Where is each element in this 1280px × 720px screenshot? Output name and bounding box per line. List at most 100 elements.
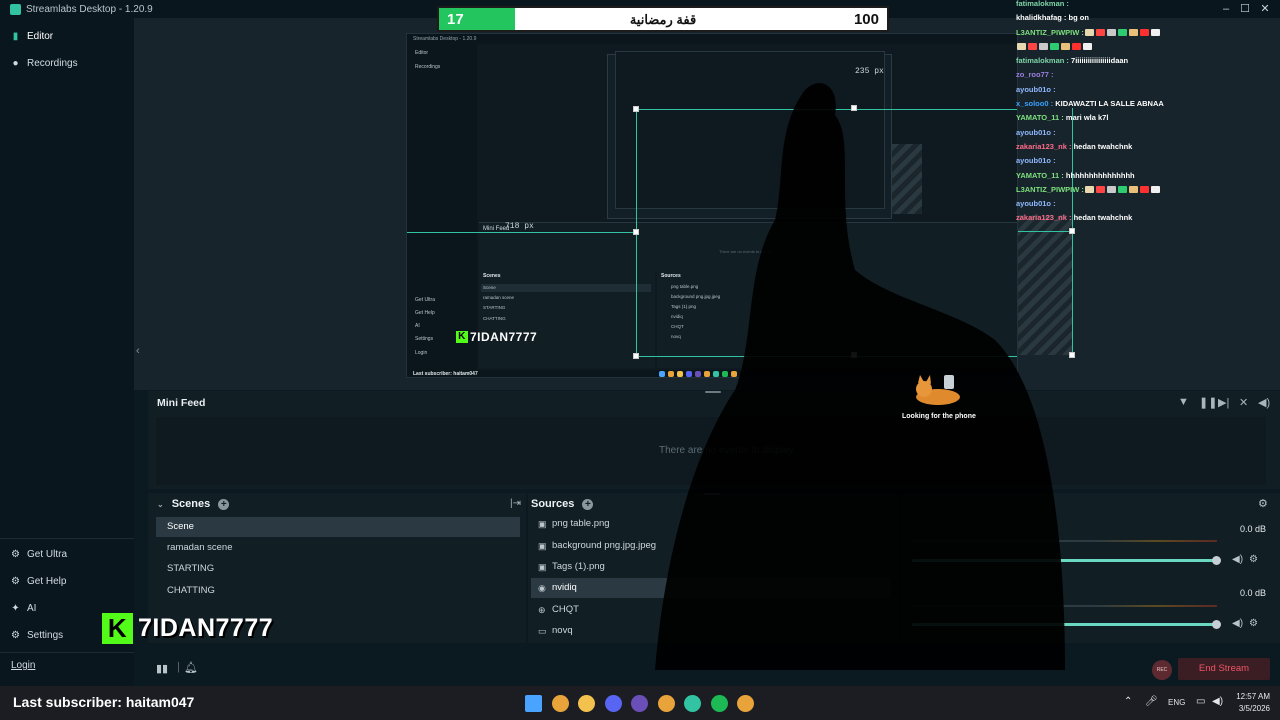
mini-feed-drag-handle[interactable] (705, 391, 721, 393)
chat-emote-icon (1106, 186, 1116, 194)
file-explorer-icon[interactable] (578, 695, 595, 712)
close-icon[interactable]: ✕ (1258, 3, 1272, 15)
channel-watermark: K 7IDAN7777 (102, 613, 273, 644)
scene-row[interactable]: ramadan scene (156, 538, 520, 558)
nav-get-help[interactable]: ⚙ Get Help (10, 576, 66, 587)
studio-preview[interactable]: Streamlabs Desktop - 1.20.9 Editor Recor… (406, 33, 1018, 378)
chrome-icon-2[interactable] (657, 695, 675, 712)
source-row[interactable]: ⊕ CHQT (531, 600, 891, 620)
collapse-sidebar-icon[interactable]: ‹ (136, 345, 140, 357)
channel-level-fill (912, 540, 1217, 542)
skip-icon[interactable]: ▶| (1218, 396, 1229, 409)
recordings-icon: ● (12, 58, 19, 69)
source-row[interactable]: ▣ png table.png (531, 514, 891, 534)
scene-row[interactable]: CHATTING (156, 581, 520, 601)
volume-slider-knob[interactable] (1212, 620, 1221, 629)
webcam-icon: ◉ (538, 583, 546, 593)
speaker-icon[interactable]: ◀) (1232, 554, 1243, 565)
taskbar-clock[interactable]: 12:57 AM 3/5/2026 (1230, 691, 1270, 715)
record-button[interactable]: REC (1152, 660, 1172, 680)
resize-handle[interactable] (1069, 352, 1075, 358)
bottom-panel-drag-handle[interactable] (704, 493, 720, 495)
chat-text: hhhhhhhhhhhhhhh (1065, 170, 1135, 180)
resize-handle[interactable] (633, 106, 639, 112)
chat-message: x_soloo0 : KIDAWAZTI LA SALLE ABNAA (1016, 97, 1256, 111)
preview-sources-title: Sources (661, 273, 681, 279)
nav-get-ultra[interactable]: ⚙ Get Ultra (10, 549, 67, 560)
channel-settings-icon[interactable]: ⚙ (1249, 554, 1258, 565)
source-row[interactable]: ▭ novq (531, 621, 891, 641)
language-indicator[interactable]: ENG (1168, 698, 1185, 707)
mute-alerts-icon[interactable]: ✕ (1239, 396, 1248, 409)
editor-icon: ▮ (12, 31, 19, 42)
source-name: CHQT (552, 604, 579, 615)
resize-handle[interactable] (851, 105, 857, 111)
chrome-icon[interactable] (551, 695, 569, 712)
source-row[interactable]: ▣ background png.jpg.jpeg (531, 536, 891, 556)
discord-icon[interactable] (604, 695, 622, 712)
obs-icon[interactable] (631, 695, 648, 712)
preview-source-row: png table.png (671, 284, 699, 289)
scenes-collapse-icon[interactable]: ⌄ (157, 500, 164, 509)
chat-message: zakaria123_nk : hedan twahchnk (1016, 140, 1256, 154)
last-subscriber: Last subscriber: haitam047 (13, 694, 195, 710)
chat-username: L3ANTIZ_PIWPIW : (1016, 184, 1084, 194)
end-stream-button[interactable]: End Stream (1178, 658, 1270, 680)
mixer-settings-icon[interactable]: ⚙ (1258, 497, 1268, 510)
chat-emote-icon (1084, 186, 1094, 194)
volume-icon[interactable]: ◀) (1258, 396, 1270, 409)
nav-settings[interactable]: ⚙ Settings (10, 630, 63, 641)
speaker-icon[interactable]: ◀) (1232, 618, 1243, 629)
nav-recordings[interactable]: ● Recordings (10, 58, 77, 69)
add-source-icon[interactable]: + (582, 498, 594, 510)
resize-handle[interactable] (1069, 228, 1075, 234)
nav-divider (0, 538, 134, 539)
nav-ai[interactable]: ✦ AI (10, 603, 36, 614)
selection-guide (407, 232, 636, 233)
preview-folder-icon (677, 371, 683, 377)
scene-row[interactable]: Scene (156, 517, 520, 537)
source-row[interactable]: ◉ nvidiq (531, 578, 891, 598)
performance-stats-icon[interactable]: ▮▮ (156, 662, 168, 675)
login-link[interactable]: Login (11, 660, 35, 671)
volume-tray-icon[interactable]: ◀) (1212, 696, 1223, 707)
nav-editor-label: Editor (27, 31, 54, 42)
channel-db-readout: 0.0 dB (1239, 524, 1266, 534)
spotify-icon[interactable] (710, 695, 728, 712)
kick-logo-icon: K (102, 613, 133, 644)
chrome-icon-3[interactable] (737, 695, 754, 712)
resize-handle[interactable] (851, 352, 857, 358)
windows-taskbar: Last subscriber: haitam047 ⌃ 🎤︎ ENG ▭ ◀)… (0, 686, 1280, 720)
add-scene-icon[interactable]: + (218, 498, 230, 510)
mini-feed-panel: Mini Feed ▼ ❚❚ ▶| ✕ ◀) There are no even… (148, 391, 1280, 489)
channel-settings-icon[interactable]: ⚙ (1249, 618, 1258, 629)
windows-start-icon[interactable] (525, 695, 542, 712)
channel-volume-slider[interactable] (912, 620, 1221, 629)
pause-icon[interactable]: ❚❚ (1199, 396, 1217, 409)
resize-handle[interactable] (633, 229, 639, 235)
source-row[interactable]: ▣ Tags (1).png (531, 557, 891, 577)
selection-bottom-edge (636, 356, 1017, 357)
preview-last-subscriber: Last subscriber: haitam047 (413, 371, 478, 377)
streamlabs-icon[interactable] (684, 695, 701, 712)
network-icon[interactable]: ▭ (1196, 696, 1205, 707)
preview-height-readout: 235 px (855, 67, 884, 76)
microphone-icon[interactable]: 🎤︎ (1145, 696, 1158, 707)
filter-icon[interactable]: ▼ (1178, 396, 1189, 408)
nav-editor[interactable]: ▮ Editor (10, 31, 53, 42)
volume-slider-knob[interactable] (1212, 556, 1221, 565)
tray-chevron-icon[interactable]: ⌃ (1124, 696, 1132, 707)
cat-ear (918, 375, 924, 383)
preview-nav-get-ultra: Get Ultra (415, 297, 436, 303)
notifications-bell-icon[interactable]: 🔔︎ (184, 661, 198, 674)
mini-feed-empty-message: There are no events to display (659, 445, 794, 456)
hatch-area (892, 144, 922, 214)
chat-emote-icon (1128, 186, 1138, 194)
chat-message: fatimalokman : 7iiiiiiiiiiiiiiiiidaan (1016, 54, 1256, 68)
scene-collections-icon[interactable]: |⇥ (510, 498, 521, 509)
scene-row[interactable]: STARTING (156, 559, 520, 579)
channel-volume-slider[interactable] (912, 556, 1221, 565)
chat-emote-icon (1028, 43, 1037, 51)
resize-handle[interactable] (633, 353, 639, 359)
preview-watermark-text: 7IDAN7777 (470, 330, 538, 344)
